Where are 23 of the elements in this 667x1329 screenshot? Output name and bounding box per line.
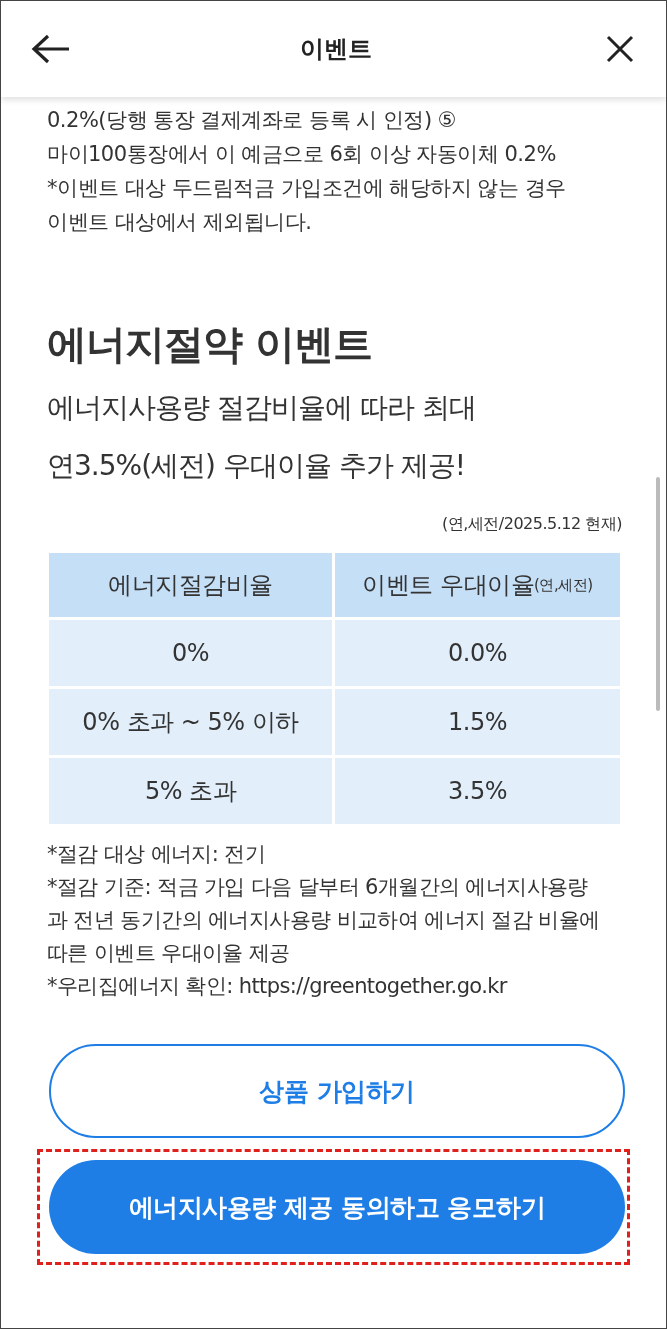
back-arrow-icon — [31, 34, 71, 64]
table-cell: 0% 초과 ~ 5% 이하 — [49, 689, 332, 755]
section-title: 에너지절약 이벤트 — [47, 320, 373, 369]
page-title: 이벤트 — [299, 34, 372, 65]
table-header-cell: 에너지절감비율 — [49, 553, 332, 617]
intro-text: *이벤트 대상 두드림적금 가입조건에 해당하지 않는 경우 — [47, 175, 567, 202]
signup-button[interactable]: 상품 가입하기 — [49, 1044, 625, 1138]
footnote-text: *절감 기준: 적금 가입 다음 달부터 6개월간의 에너지사용량과 전년 동기간의 에너지사용량 비교하여 에너지 절감 비율에 따른 이벤트 우대이율 제공 — [47, 874, 601, 967]
intro-text: 이벤트 대상에서 제외됩니다. — [47, 209, 313, 236]
section-subtitle: 연3.5%(세전) 우대이율 추가 제공! — [47, 448, 466, 484]
footnote-text: *절감 대상 에너지: 전기 — [47, 841, 267, 868]
section-subtitle: 에너지사용량 절감비율에 따라 최대 — [47, 390, 477, 426]
apply-button[interactable]: 에너지사용량 제공 동의하고 응모하기 — [49, 1160, 625, 1254]
intro-text: 마이100통장에서 이 예금으로 6회 이상 자동이체 0.2% — [47, 141, 557, 168]
close-icon — [606, 35, 634, 63]
table-cell: 3.5% — [335, 758, 620, 824]
table-cell: 1.5% — [335, 689, 620, 755]
table-cell: 0% — [49, 620, 332, 686]
intro-text: 0.2%(당행 통장 결제계좌로 등록 시 인정) ⑤ — [47, 107, 458, 134]
table-cell: 5% 초과 — [49, 758, 332, 824]
footnote-text: *우리집에너지 확인: https://greentogether.go.kr — [47, 973, 509, 1000]
table-cell: 0.0% — [335, 620, 620, 686]
rate-note: (연,세전/2025.5.12 현재) — [441, 514, 622, 535]
